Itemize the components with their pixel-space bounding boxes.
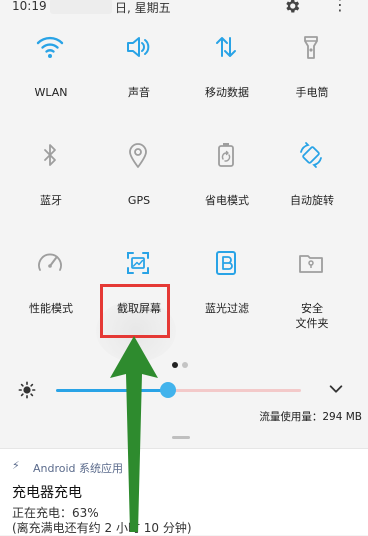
- flashlight-icon: [304, 36, 318, 59]
- tile-label-line1: 安全: [301, 302, 323, 315]
- status-bar: 10:19 日, 星期五 ⋮: [0, 0, 368, 16]
- brightness-slider-knob[interactable]: [160, 382, 176, 398]
- screenshot-icon: [127, 252, 149, 274]
- bluetooth-icon: [44, 144, 56, 166]
- tile-label: 移动数据: [205, 86, 249, 99]
- tile-label: GPS: [127, 194, 151, 207]
- data-usage-text: 流量使用量：294 MB: [259, 411, 362, 423]
- tile-label: 蓝光过滤: [205, 302, 249, 315]
- tile-label: 声音: [128, 86, 150, 99]
- tile-label: WLAN: [34, 86, 68, 99]
- battery-recycle-icon: [218, 143, 234, 167]
- highlight-box: [100, 284, 170, 338]
- speaker-icon: [127, 37, 150, 57]
- panel-drag-handle[interactable]: [172, 436, 190, 439]
- notification-line2: (离充满电还有约 2 小时 10 分钟): [12, 521, 192, 535]
- location-icon: [129, 143, 147, 168]
- data-arrows-icon: [216, 37, 236, 57]
- blurred-region: [50, 0, 112, 14]
- status-time: 10:19: [12, 0, 47, 13]
- tile-label: 蓝牙: [40, 194, 62, 207]
- wifi-icon: [36, 36, 64, 58]
- rotate-icon: [300, 142, 322, 168]
- tile-label: 自动旋转: [290, 194, 334, 207]
- speedometer-icon: [38, 253, 62, 271]
- more-options-icon[interactable]: ⋮: [332, 0, 348, 13]
- charging-notification[interactable]: ⚡ Android 系统应用 ^ 充电器充电 正在充电：63% (离充满电还有约…: [0, 448, 368, 535]
- annotation-arrow-icon: [110, 336, 158, 532]
- brightness-row: [0, 378, 368, 404]
- tile-label: 性能模式: [29, 302, 73, 315]
- brightness-sun-icon: [18, 381, 36, 399]
- brightness-track-empty[interactable]: [169, 389, 301, 392]
- page-indicator: [172, 353, 196, 368]
- tile-label-line2: 文件夹: [295, 317, 329, 330]
- gear-icon[interactable]: [283, 0, 301, 15]
- secure-folder-icon: [299, 255, 323, 273]
- tile-label: 省电模式: [205, 194, 249, 207]
- page-dot: [182, 362, 188, 368]
- page-dot-active: [172, 362, 178, 368]
- lightning-icon: ⚡: [12, 459, 20, 472]
- bluelight-b-icon: [216, 251, 236, 275]
- chevron-down-icon[interactable]: [327, 380, 345, 398]
- tile-label: 手电筒: [295, 86, 329, 99]
- status-date: 日, 星期五: [115, 1, 171, 15]
- notification-title: 充电器充电: [12, 485, 82, 501]
